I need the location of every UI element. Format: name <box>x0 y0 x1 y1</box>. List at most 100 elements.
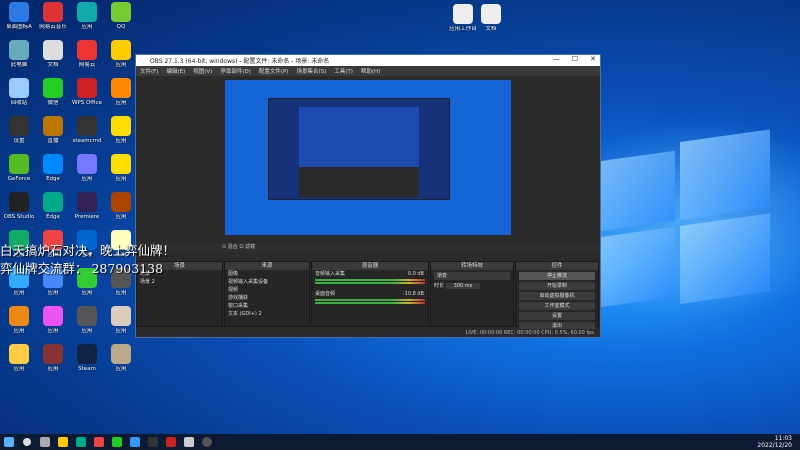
studio-mode-button[interactable]: 工作室模式 <box>519 302 595 310</box>
source-item[interactable]: 窗口采集 <box>225 302 309 310</box>
app-icon <box>77 344 97 364</box>
settings-button[interactable]: 设置 <box>519 312 595 320</box>
desktop-icon[interactable]: 设置 <box>2 116 36 144</box>
taskbar-app-icon[interactable] <box>126 434 144 450</box>
app-icon <box>77 192 97 212</box>
desktop-icon[interactable]: 应用 <box>104 78 138 106</box>
desktop-icon[interactable]: 应用 <box>70 306 104 334</box>
app-icon <box>77 2 97 22</box>
desktop-icon[interactable]: WPS Office <box>70 78 104 106</box>
desktop-icon[interactable]: 应用 <box>70 2 104 30</box>
desktop-icon[interactable]: 应用 <box>36 306 70 334</box>
transitions-header: 转场特效 <box>431 262 513 270</box>
source-item[interactable]: 图像 <box>225 270 309 278</box>
maximize-button[interactable]: ☐ <box>572 55 578 63</box>
taskbar-app-icon[interactable] <box>108 434 126 450</box>
obs-menubar: 文件(F) 编辑(E) 视图(V) 停靠部件(D) 配置文件(P) 场景集合(S… <box>136 66 600 76</box>
minimize-button[interactable]: — <box>553 55 560 63</box>
desktop-icon[interactable]: 桌面图标A <box>2 2 36 30</box>
close-button[interactable]: ✕ <box>590 55 596 63</box>
desktop-icon[interactable]: 文档 <box>36 40 70 68</box>
desktop-icon-label: Edge <box>46 214 60 220</box>
desktop-icon-top-2[interactable]: 文档 <box>474 4 508 32</box>
desktop-icon[interactable]: Premiere <box>70 192 104 220</box>
desktop-icon-label: 应用 <box>115 176 127 182</box>
menu-profile[interactable]: 配置文件(P) <box>259 67 289 75</box>
scene-item[interactable]: 场景 2 <box>137 278 222 286</box>
desktop-icon[interactable]: 网易云 <box>70 40 104 68</box>
stop-streaming-button[interactable]: 停止推流 <box>519 272 595 280</box>
start-recording-button[interactable]: 开始录制 <box>519 282 595 290</box>
obs-status-bar: LIVE: 00:00:00 REC: 00:00:00 CPU: 0.5%, … <box>136 329 600 337</box>
mixer-header: 混音器 <box>312 262 428 270</box>
taskview-icon[interactable] <box>36 434 54 450</box>
nested-desktop <box>299 107 419 167</box>
desktop-icon[interactable]: 应用 <box>104 40 138 68</box>
desktop-icon[interactable]: 应用 <box>104 192 138 220</box>
source-item[interactable]: 文本 (GDI+) 2 <box>225 310 309 318</box>
tray-clock[interactable]: 11:03 2022/12/20 <box>757 435 792 449</box>
source-item[interactable]: 视频输入采集设备 <box>225 278 309 286</box>
taskbar-app-icon[interactable] <box>54 434 72 450</box>
desktop-icon-label: 直播 <box>47 138 59 144</box>
desktop-icon[interactable]: GeForce <box>2 154 36 182</box>
taskbar-app-icon[interactable] <box>162 434 180 450</box>
app-icon <box>9 192 29 212</box>
desktop-icon[interactable]: QQ <box>104 2 138 30</box>
desktop-icon[interactable]: 应用 <box>2 306 36 334</box>
menu-help[interactable]: 帮助(H) <box>361 67 380 75</box>
taskbar-app-icon[interactable] <box>72 434 90 450</box>
audio-meter <box>315 302 425 304</box>
desktop-icon[interactable]: 回收站 <box>2 78 36 106</box>
controls-header: 控件 <box>516 262 598 270</box>
menu-tools[interactable]: 工具(T) <box>334 67 353 75</box>
app-icon <box>111 192 131 212</box>
source-item[interactable]: 视频 <box>225 286 309 294</box>
menu-edit[interactable]: 编辑(E) <box>166 67 185 75</box>
desktop-icon[interactable]: 应用 <box>70 154 104 182</box>
desktop-icon[interactable]: OBS Studio <box>2 192 36 220</box>
desktop-icon[interactable]: 直播 <box>36 116 70 144</box>
desktop-icon-label: WPS Office <box>71 100 103 106</box>
desktop-icon[interactable]: 此电脑 <box>2 40 36 68</box>
desktop-icon[interactable]: 应用 <box>104 344 138 372</box>
menu-scene-collection[interactable]: 场景集合(S) <box>296 67 326 75</box>
desktop-icon[interactable]: steamcmd <box>70 116 104 144</box>
desktop-icon[interactable]: 应用 <box>36 344 70 372</box>
desktop-icon[interactable]: Steam <box>70 344 104 372</box>
taskbar-app-icon[interactable] <box>90 434 108 450</box>
desktop-icon[interactable]: 微信 <box>36 78 70 106</box>
desktop-icon[interactable]: Edge <box>36 192 70 220</box>
search-icon[interactable] <box>18 434 36 450</box>
obs-window[interactable]: OBS 27.1.3 (64-bit, windows) - 配置文件: 未命名… <box>135 54 601 338</box>
desktop-icon-label: 网易云 <box>78 62 96 68</box>
source-item[interactable]: 游戏捕获 <box>225 294 309 302</box>
desktop-icon[interactable]: 应用 <box>2 344 36 372</box>
desktop-icon-label: 应用 <box>115 328 127 334</box>
desktop-icon[interactable]: 应用 <box>104 306 138 334</box>
menu-docks[interactable]: 停靠部件(D) <box>220 67 251 75</box>
menu-view[interactable]: 视图(V) <box>193 67 212 75</box>
virtual-camera-button[interactable]: 启动虚拟摄像机 <box>519 292 595 300</box>
app-icon <box>77 154 97 174</box>
overlay-line-1: 白天搞炉石对决，晚上弈仙牌！ <box>0 243 176 258</box>
desktop-icon[interactable]: 应用 <box>104 154 138 182</box>
obs-taskbar-icon[interactable] <box>198 434 216 450</box>
taskbar-app-icon[interactable] <box>180 434 198 450</box>
desktop-icon[interactable]: 应用 <box>104 116 138 144</box>
menu-file[interactable]: 文件(F) <box>140 67 158 75</box>
duration-input[interactable]: 300 ms <box>445 283 481 289</box>
desktop-icon-label: steamcmd <box>72 138 102 144</box>
mixer-ch1-name: 音频输入采集 <box>315 271 346 277</box>
app-icon <box>43 154 63 174</box>
obs-preview[interactable] <box>225 80 511 235</box>
desktop-icon[interactable]: 网易云音乐 <box>36 2 70 30</box>
duration-label: 时长 <box>434 283 445 289</box>
taskbar-app-icon[interactable] <box>144 434 162 450</box>
desktop-icon-label: 应用 <box>115 290 127 296</box>
sources-panel: 来源 图像 视频输入采集设备 视频 游戏捕获 窗口采集 文本 (GDI+) 2 <box>224 261 310 327</box>
transition-select[interactable]: 渐变 <box>434 272 510 280</box>
obs-titlebar[interactable]: OBS 27.1.3 (64-bit, windows) - 配置文件: 未命名… <box>136 55 600 66</box>
start-button[interactable] <box>0 434 18 450</box>
desktop-icon[interactable]: Edge <box>36 154 70 182</box>
